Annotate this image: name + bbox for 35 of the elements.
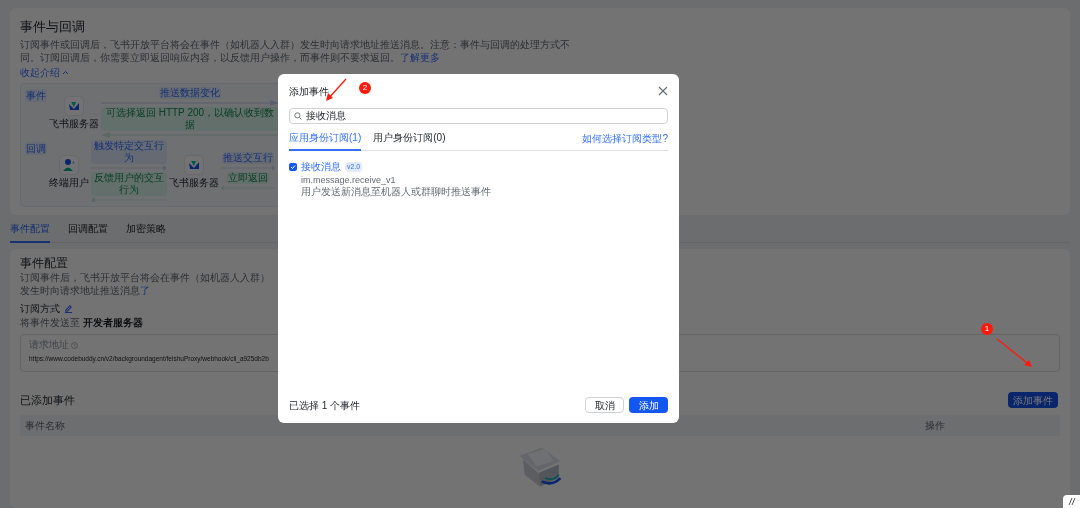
learn-more-link[interactable]: 了解更多 bbox=[400, 52, 440, 63]
dialog-title: 添加事件 bbox=[289, 84, 329, 99]
column-header: 事件名称 bbox=[25, 418, 65, 433]
search-field[interactable]: 接收消息 bbox=[289, 108, 668, 124]
flow-label: 可选择返回 HTTP 200，以确认收到数据 bbox=[101, 107, 279, 131]
subscription-label: 订阅方式 bbox=[20, 302, 60, 316]
section-title: 事件与回调 bbox=[20, 18, 86, 36]
row-tag: 回调 bbox=[25, 142, 47, 155]
tab[interactable]: 回调配置 bbox=[68, 221, 108, 243]
target-text: 将事件发送至 开发者服务器 bbox=[20, 316, 143, 329]
tab[interactable]: 应用身份订阅(1) bbox=[289, 130, 362, 151]
node-label: 终端用户 bbox=[49, 176, 89, 189]
cancel-button[interactable]: 取消 bbox=[585, 397, 624, 413]
event-description: 用户发送新消息至机器人或群聊时推送事件 bbox=[301, 186, 491, 198]
learn-more-link[interactable]: 了 bbox=[140, 285, 150, 296]
tab[interactable]: 事件配置 bbox=[10, 221, 50, 243]
event-key: im.message.receive_v1 bbox=[301, 174, 396, 186]
confirm-button[interactable]: 添加 bbox=[629, 397, 668, 413]
section-title: 已添加事件 bbox=[20, 393, 75, 408]
flow-label: 立即返回 bbox=[227, 172, 269, 184]
event-name: 接收消息 bbox=[301, 160, 341, 174]
tab[interactable]: 加密策略 bbox=[126, 221, 166, 243]
add-event-button[interactable]: 添加事件 bbox=[1008, 392, 1058, 409]
row-tag: 事件 bbox=[25, 89, 47, 102]
flow-label: 反馈用户的交互行为 bbox=[91, 172, 167, 196]
node-label: 飞书服务器 bbox=[49, 117, 99, 130]
help-link[interactable]: 如何选择订阅类型? bbox=[582, 131, 668, 150]
selection-summary: 已选择 1 个事件 bbox=[289, 398, 361, 413]
tab[interactable]: 用户身份订阅(0) bbox=[373, 130, 446, 151]
section-title: 事件配置 bbox=[20, 255, 69, 271]
flow-label: 触发特定交互行为 bbox=[91, 140, 167, 164]
collapse-intro-link[interactable]: 收起介绍 bbox=[20, 66, 69, 79]
node-label: 飞书服务器 bbox=[169, 176, 219, 189]
flow-label: 推送数据变化 bbox=[159, 87, 221, 99]
flow-label: 推送交互行 bbox=[222, 152, 274, 164]
